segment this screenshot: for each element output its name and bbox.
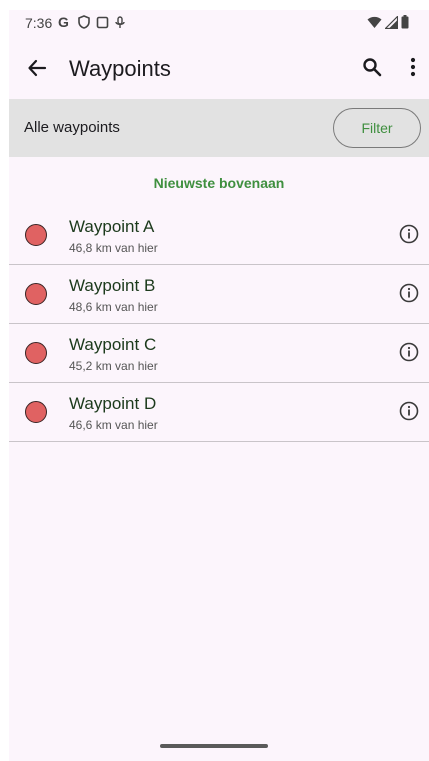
google-icon: G: [58, 14, 72, 34]
filter-bar: Alle waypoints Filter: [9, 99, 429, 157]
battery-icon: [401, 15, 409, 34]
wifi-icon: [367, 16, 382, 34]
info-icon[interactable]: [398, 282, 420, 304]
search-button[interactable]: [357, 54, 387, 84]
list-item[interactable]: Waypoint D 46,6 km van hier: [9, 383, 429, 442]
sort-order-label[interactable]: Nieuwste bovenaan: [9, 175, 429, 191]
screen-icon: [96, 16, 109, 34]
app-bar: Waypoints: [9, 46, 429, 98]
more-options-button[interactable]: [401, 54, 425, 84]
waypoint-name: Waypoint D: [69, 394, 157, 413]
filter-label: Alle waypoints: [24, 119, 120, 136]
info-icon[interactable]: [398, 341, 420, 363]
list-item[interactable]: Waypoint B 48,6 km van hier: [9, 265, 429, 324]
waypoint-marker-icon: [25, 401, 47, 423]
waypoint-distance: 48,6 km van hier: [69, 300, 158, 314]
waypoint-distance: 45,2 km van hier: [69, 359, 158, 373]
status-icons-left: G: [58, 14, 125, 34]
svg-text:G: G: [58, 15, 69, 29]
status-time: 7:36: [25, 15, 53, 31]
info-icon[interactable]: [398, 223, 420, 245]
status-icons-right: [367, 14, 409, 34]
waypoint-marker-icon: [25, 283, 47, 305]
shield-icon: [78, 15, 90, 34]
waypoint-name: Waypoint B: [69, 276, 156, 295]
status-bar: 7:36 G: [9, 10, 429, 36]
waypoint-marker-icon: [25, 224, 47, 246]
waypoint-name: Waypoint C: [69, 335, 157, 354]
waypoint-distance: 46,8 km van hier: [69, 241, 158, 255]
waypoint-name: Waypoint A: [69, 217, 155, 236]
info-icon[interactable]: [398, 400, 420, 422]
list-item[interactable]: Waypoint C 45,2 km van hier: [9, 324, 429, 383]
list-item[interactable]: Waypoint A 46,8 km van hier: [9, 206, 429, 265]
app-screen: 7:36 G Waypoints Alle waypoints Filter N…: [9, 10, 429, 761]
waypoint-marker-icon: [25, 342, 47, 364]
page-title: Waypoints: [69, 56, 171, 81]
home-indicator[interactable]: [160, 744, 268, 748]
waypoint-list: Waypoint A 46,8 km van hier Waypoint B 4…: [9, 206, 429, 442]
filter-button[interactable]: Filter: [333, 108, 421, 148]
signal-icon: [384, 14, 399, 34]
back-button[interactable]: [21, 54, 53, 86]
arrow-back-icon: [27, 58, 47, 83]
search-icon: [362, 57, 382, 82]
waypoint-distance: 46,6 km van hier: [69, 418, 158, 432]
mic-icon: [115, 15, 125, 34]
more-vert-icon: [410, 57, 416, 82]
